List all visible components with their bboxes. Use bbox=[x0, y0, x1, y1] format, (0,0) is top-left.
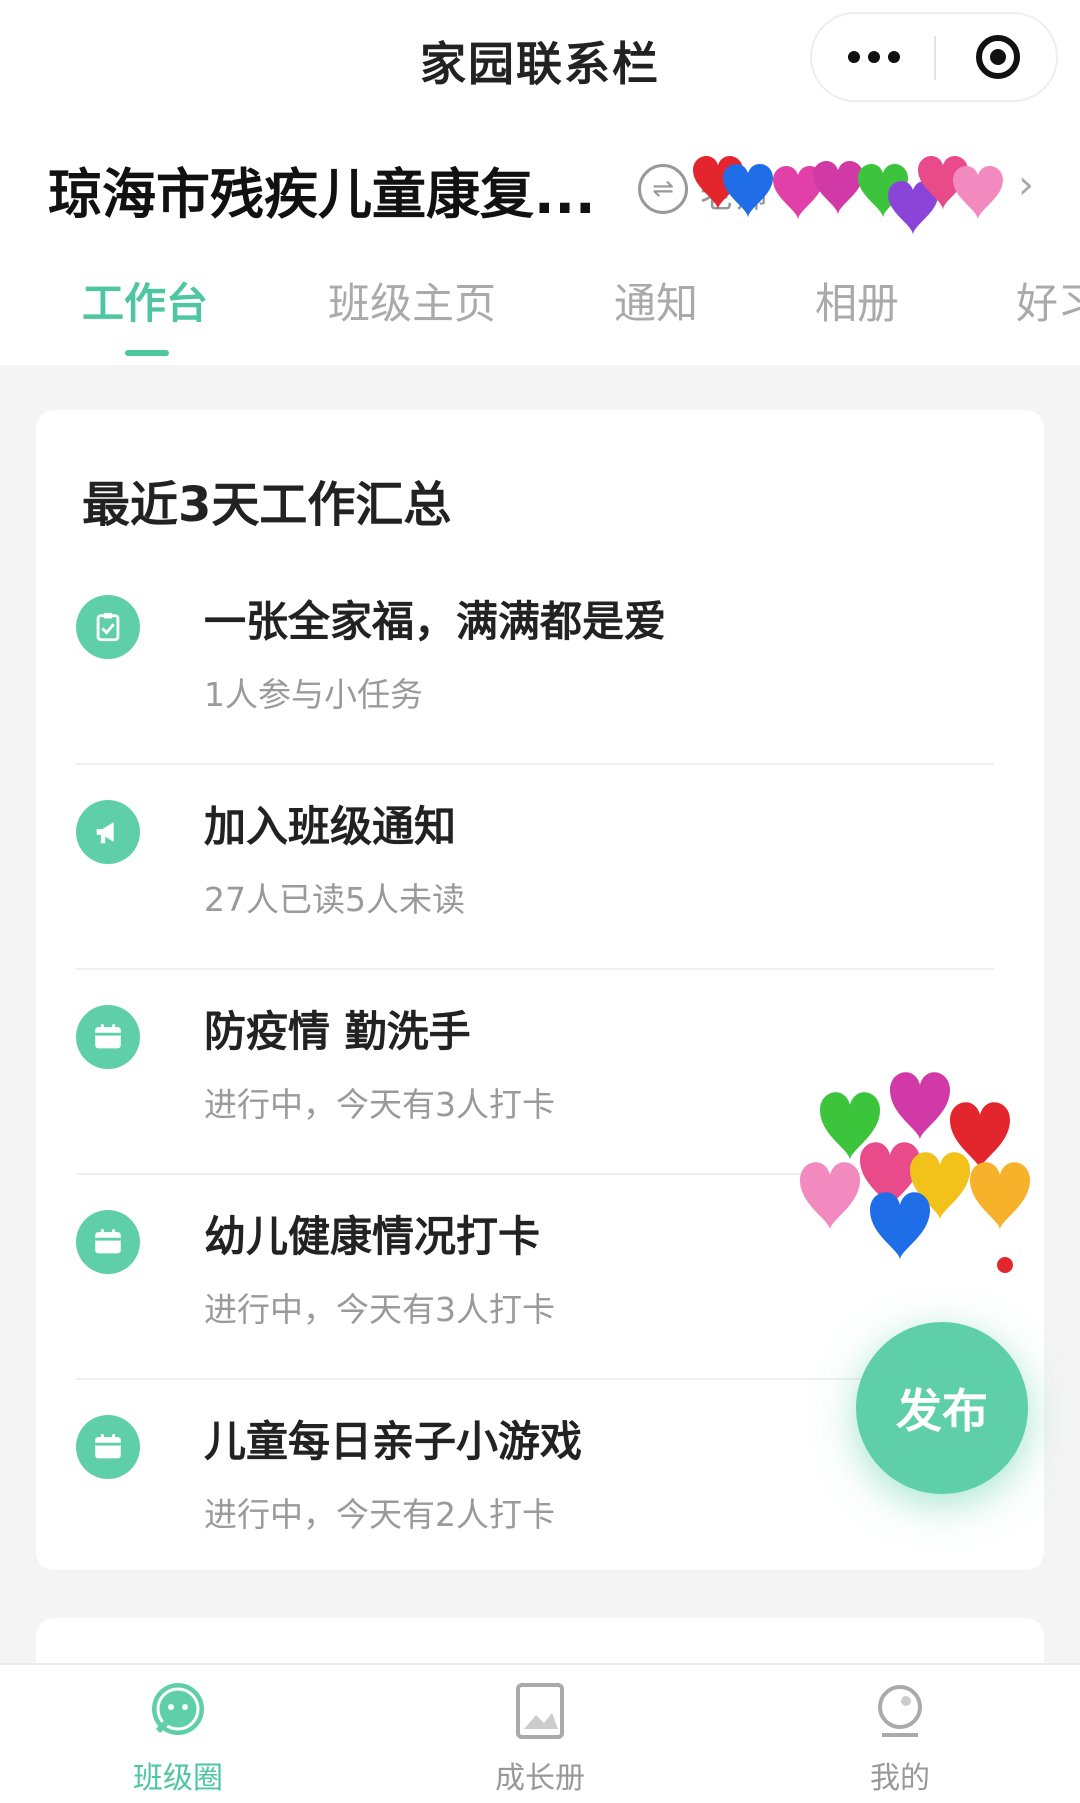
school-name: 琼海市残疾儿童康复... bbox=[48, 163, 596, 226]
bottom-nav-label: 成长册 bbox=[495, 1761, 585, 1796]
school-selector[interactable]: 琼海市残疾儿童康复... ⇌ 老师 › bbox=[48, 150, 1048, 235]
more-icon[interactable] bbox=[812, 14, 936, 100]
summary-title: 最近3天工作汇总 bbox=[82, 477, 452, 533]
item-title: 儿童每日亲子小游戏 bbox=[204, 1417, 583, 1466]
item-title: 一张全家福，满满都是爱 bbox=[204, 597, 667, 646]
tab-notice[interactable]: 通知 bbox=[614, 270, 698, 331]
chat-bubble-icon bbox=[146, 1679, 210, 1743]
item-title: 加入班级通知 bbox=[204, 802, 457, 851]
calendar-icon bbox=[76, 1210, 140, 1274]
tab-active-indicator bbox=[125, 350, 169, 356]
role-label: 老师 bbox=[700, 176, 768, 216]
list-item[interactable]: 加入班级通知 27人已读5人未读 bbox=[76, 765, 1004, 970]
album-icon bbox=[508, 1679, 572, 1743]
bottom-nav-mine[interactable]: 我的 bbox=[790, 1679, 1010, 1797]
item-subtitle: 进行中，今天有3人打卡 bbox=[204, 1290, 555, 1329]
mini-program-capsule bbox=[810, 12, 1058, 102]
tab-bar: 工作台 班级主页 通知 相册 好习 bbox=[0, 270, 1080, 360]
close-target-icon[interactable] bbox=[936, 14, 1060, 100]
item-subtitle: 进行中，今天有2人打卡 bbox=[204, 1495, 555, 1534]
item-title: 防疫情 勤洗手 bbox=[204, 1007, 471, 1056]
calendar-icon bbox=[76, 1005, 140, 1069]
switch-icon[interactable]: ⇌ bbox=[638, 164, 688, 214]
tab-class-home[interactable]: 班级主页 bbox=[328, 270, 496, 331]
publish-button[interactable]: 发布 bbox=[856, 1322, 1028, 1494]
list-item[interactable]: 防疫情 勤洗手 进行中，今天有3人打卡 bbox=[76, 970, 1004, 1175]
item-subtitle: 27人已读5人未读 bbox=[204, 880, 465, 919]
calendar-icon bbox=[76, 1415, 140, 1479]
tab-good-habits[interactable]: 好习 bbox=[1016, 270, 1080, 331]
bottom-nav-label: 我的 bbox=[870, 1761, 930, 1796]
item-title: 幼儿健康情况打卡 bbox=[204, 1212, 541, 1261]
item-subtitle: 进行中，今天有3人打卡 bbox=[204, 1085, 555, 1124]
chevron-right-icon: › bbox=[1018, 162, 1034, 208]
bottom-nav: 班级圈 成长册 我的 bbox=[0, 1663, 1080, 1803]
top-header: 家园联系栏 琼海市残疾儿童康复... ⇌ 老师 › 工作台 班级主页 通知 相册… bbox=[0, 0, 1080, 365]
list-item[interactable]: 幼儿健康情况打卡 进行中，今天有3人打卡 bbox=[76, 1175, 1004, 1380]
tab-workbench[interactable]: 工作台 bbox=[82, 270, 208, 331]
clipboard-icon bbox=[76, 595, 140, 659]
bottom-nav-label: 班级圈 bbox=[133, 1761, 223, 1796]
list-item[interactable]: 一张全家福，满满都是爱 1人参与小任务 bbox=[76, 560, 1004, 765]
item-subtitle: 1人参与小任务 bbox=[204, 675, 423, 714]
profile-icon bbox=[868, 1679, 932, 1743]
tab-album[interactable]: 相册 bbox=[815, 270, 899, 331]
bottom-nav-class-circle[interactable]: 班级圈 bbox=[68, 1679, 288, 1797]
bottom-nav-growth-book[interactable]: 成长册 bbox=[430, 1679, 650, 1797]
megaphone-icon bbox=[76, 800, 140, 864]
